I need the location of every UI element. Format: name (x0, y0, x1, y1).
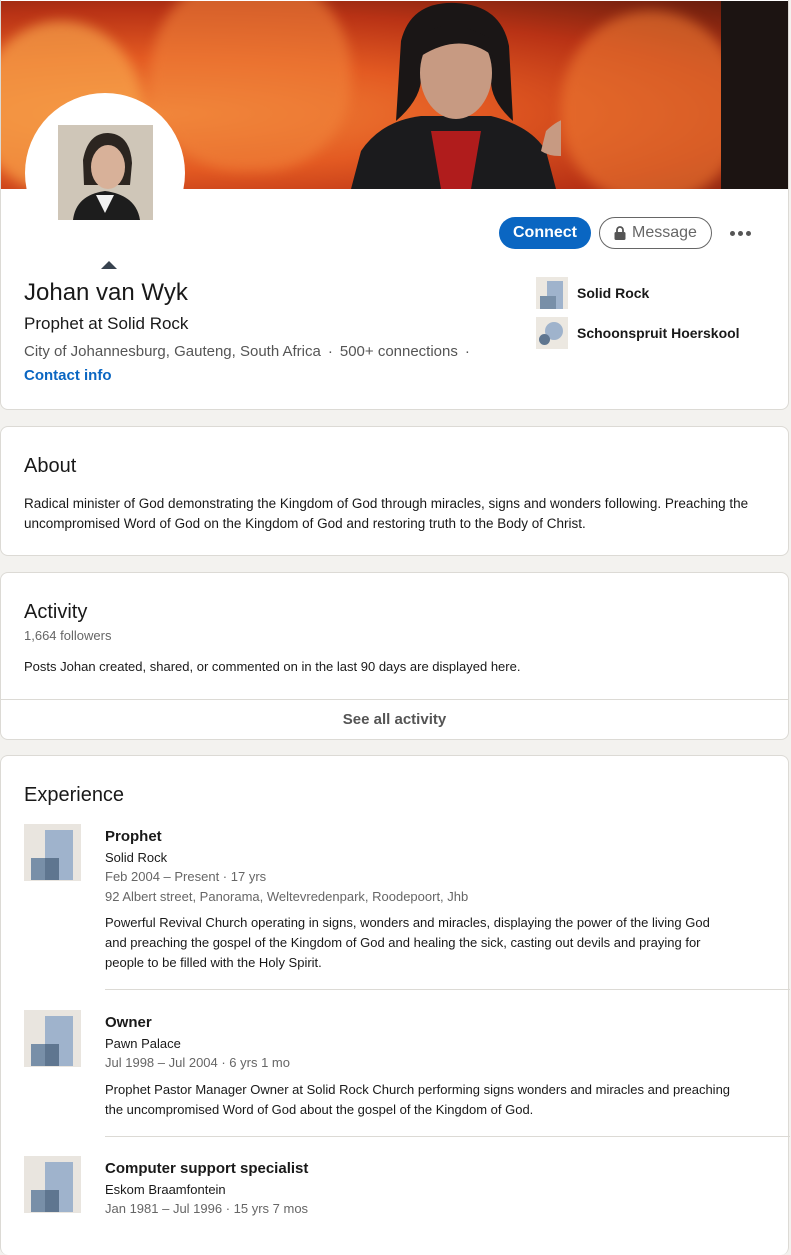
followers-count: 1,664 followers (24, 628, 112, 643)
experience-company: Eskom Braamfontein (105, 1182, 226, 1197)
contact-info-link[interactable]: Contact info (24, 367, 112, 384)
activity-description: Posts Johan created, shared, or commente… (24, 659, 521, 674)
profile-photo-frame[interactable] (25, 93, 185, 253)
experience-dates: Jan 1981 – Jul 1996 · 15 yrs 7 mos (105, 1201, 309, 1216)
experience-title[interactable]: Computer support specialist (105, 1160, 308, 1177)
school-logo-icon (536, 317, 568, 349)
profile-headline: Prophet at Solid Rock (24, 314, 189, 333)
experience-item: Computer support specialist Eskom Braamf… (24, 1156, 790, 1236)
location-text: City of Johannesburg, Gauteng, South Afr… (24, 343, 321, 360)
connect-button[interactable]: Connect (499, 217, 591, 249)
divider (105, 989, 790, 990)
experience-item: Owner Pawn Palace Jul 1998 – Jul 2004 · … (24, 1010, 790, 1138)
experience-title[interactable]: Owner (105, 1014, 152, 1031)
divider (105, 1136, 790, 1137)
org-link-schoonspruit[interactable]: Schoonspruit Hoerskool (536, 317, 740, 349)
section-title: About (24, 455, 77, 477)
org-label: Solid Rock (577, 285, 650, 301)
experience-dates: Feb 2004 – Present · 17 yrs (105, 869, 267, 884)
org-link-solid-rock[interactable]: Solid Rock (536, 277, 649, 309)
separator: · (327, 343, 333, 360)
caret-up-icon (101, 261, 117, 269)
about-text: Radical minister of God demonstrating th… (24, 496, 749, 531)
connections-count[interactable]: 500+ connections (340, 343, 458, 360)
see-all-activity-button[interactable]: See all activity (1, 699, 788, 739)
experience-location: 92 Albert street, Panorama, Weltevredenp… (105, 889, 469, 904)
experience-item: Prophet Solid Rock Feb 2004 – Present · … (24, 824, 790, 992)
more-dots-icon[interactable] (725, 221, 755, 245)
experience-section: Experience Prophet Solid Rock Feb 2004 –… (0, 755, 790, 1255)
cover-person-figure (351, 2, 561, 189)
experience-company: Solid Rock (105, 850, 168, 865)
profile-photo[interactable] (58, 125, 153, 220)
location-line: City of Johannesburg, Gauteng, South Afr… (24, 343, 477, 360)
experience-title[interactable]: Prophet (105, 828, 162, 845)
experience-description: Powerful Revival Church operating in sig… (105, 915, 710, 970)
message-button-label: Message (632, 224, 697, 241)
separator: · (464, 343, 470, 360)
profile-top-card: Connect Message Johan van Wyk Prophet at… (0, 0, 789, 410)
profile-name: Johan van Wyk (24, 279, 188, 306)
org-label: Schoonspruit Hoerskool (577, 325, 740, 341)
company-logo-icon[interactable] (24, 1156, 81, 1213)
experience-description: Prophet Pastor Manager Owner at Solid Ro… (105, 1082, 731, 1117)
experience-dates: Jul 1998 – Jul 2004 · 6 yrs 1 mo (105, 1055, 290, 1070)
company-logo-icon[interactable] (24, 824, 81, 881)
lock-icon (614, 226, 626, 240)
section-title: Activity (24, 601, 88, 623)
about-section: About Radical minister of God demonstrat… (0, 426, 789, 556)
company-logo-icon (536, 277, 568, 309)
section-title: Experience (24, 784, 125, 806)
message-button[interactable]: Message (599, 217, 712, 249)
company-logo-icon[interactable] (24, 1010, 81, 1067)
activity-section: Activity 1,664 followers Posts Johan cre… (0, 572, 789, 740)
experience-company: Pawn Palace (105, 1036, 181, 1051)
